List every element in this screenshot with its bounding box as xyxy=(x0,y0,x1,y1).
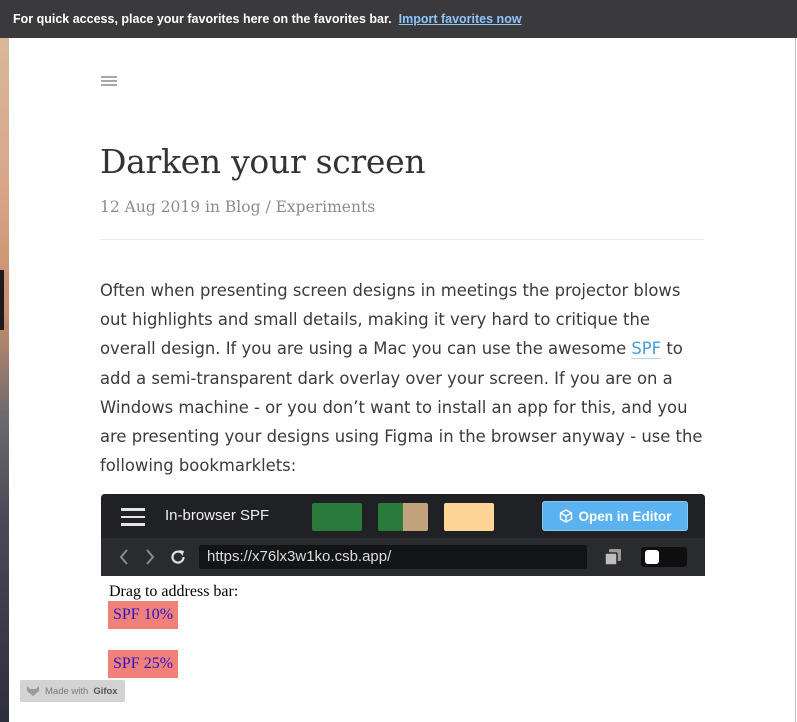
codesandbox-embed: In-browser SPF Open in Editor https://x7… xyxy=(101,494,705,576)
watermark-prefix: Made with xyxy=(45,685,89,697)
forward-arrow-icon[interactable] xyxy=(145,548,155,566)
desktop-edge xyxy=(0,38,9,722)
post-meta: 12 Aug 2019 in Blog / Experiments xyxy=(100,198,376,216)
bookmarklet-spf-10[interactable]: SPF 10% xyxy=(108,601,178,629)
paragraph-text-end: to add a semi-transparent dark overlay o… xyxy=(100,339,703,476)
desktop-edge-handle xyxy=(0,270,4,330)
embed-menu-icon[interactable] xyxy=(121,508,145,531)
favorites-bar-message: For quick access, place your favorites h… xyxy=(13,12,392,26)
open-in-editor-button[interactable]: Open in Editor xyxy=(542,501,688,531)
back-arrow-icon[interactable] xyxy=(119,548,129,566)
sandbox-url-field[interactable]: https://x76lx3w1ko.csb.app/ xyxy=(199,545,587,569)
open-in-editor-label: Open in Editor xyxy=(578,508,672,524)
menu-icon[interactable] xyxy=(101,76,117,88)
drag-instruction: Drag to address bar: xyxy=(109,583,239,600)
favorites-bar: For quick access, place your favorites h… xyxy=(0,0,797,38)
embed-navigation-bar: https://x76lx3w1ko.csb.app/ xyxy=(101,538,705,576)
toggle-knob xyxy=(645,550,659,564)
cube-icon xyxy=(559,509,572,523)
post-paragraph: Often when presenting screen designs in … xyxy=(100,276,708,480)
open-new-window-icon[interactable] xyxy=(603,547,623,567)
blog-page: Darken your screen 12 Aug 2019 in Blog /… xyxy=(9,38,796,722)
bookmarklet-spf-25[interactable]: SPF 25% xyxy=(108,650,178,678)
import-favorites-link[interactable]: Import favorites now xyxy=(399,12,522,26)
gifox-watermark: Made with Gifox xyxy=(20,680,125,702)
post-title: Darken your screen xyxy=(100,142,426,181)
embed-header: In-browser SPF Open in Editor xyxy=(101,494,705,538)
paragraph-text-start: Often when presenting screen designs in … xyxy=(100,281,681,359)
fox-icon xyxy=(27,686,39,696)
color-swatch xyxy=(403,503,428,531)
color-swatch xyxy=(444,503,494,531)
watermark-brand: Gifox xyxy=(93,685,118,697)
divider xyxy=(100,239,704,240)
refresh-icon[interactable] xyxy=(169,548,187,566)
color-swatch xyxy=(378,503,403,531)
sandbox-title: In-browser SPF xyxy=(165,507,270,524)
preview-toggle[interactable] xyxy=(641,547,687,567)
color-swatch xyxy=(312,503,362,531)
spf-link[interactable]: SPF xyxy=(631,339,662,360)
